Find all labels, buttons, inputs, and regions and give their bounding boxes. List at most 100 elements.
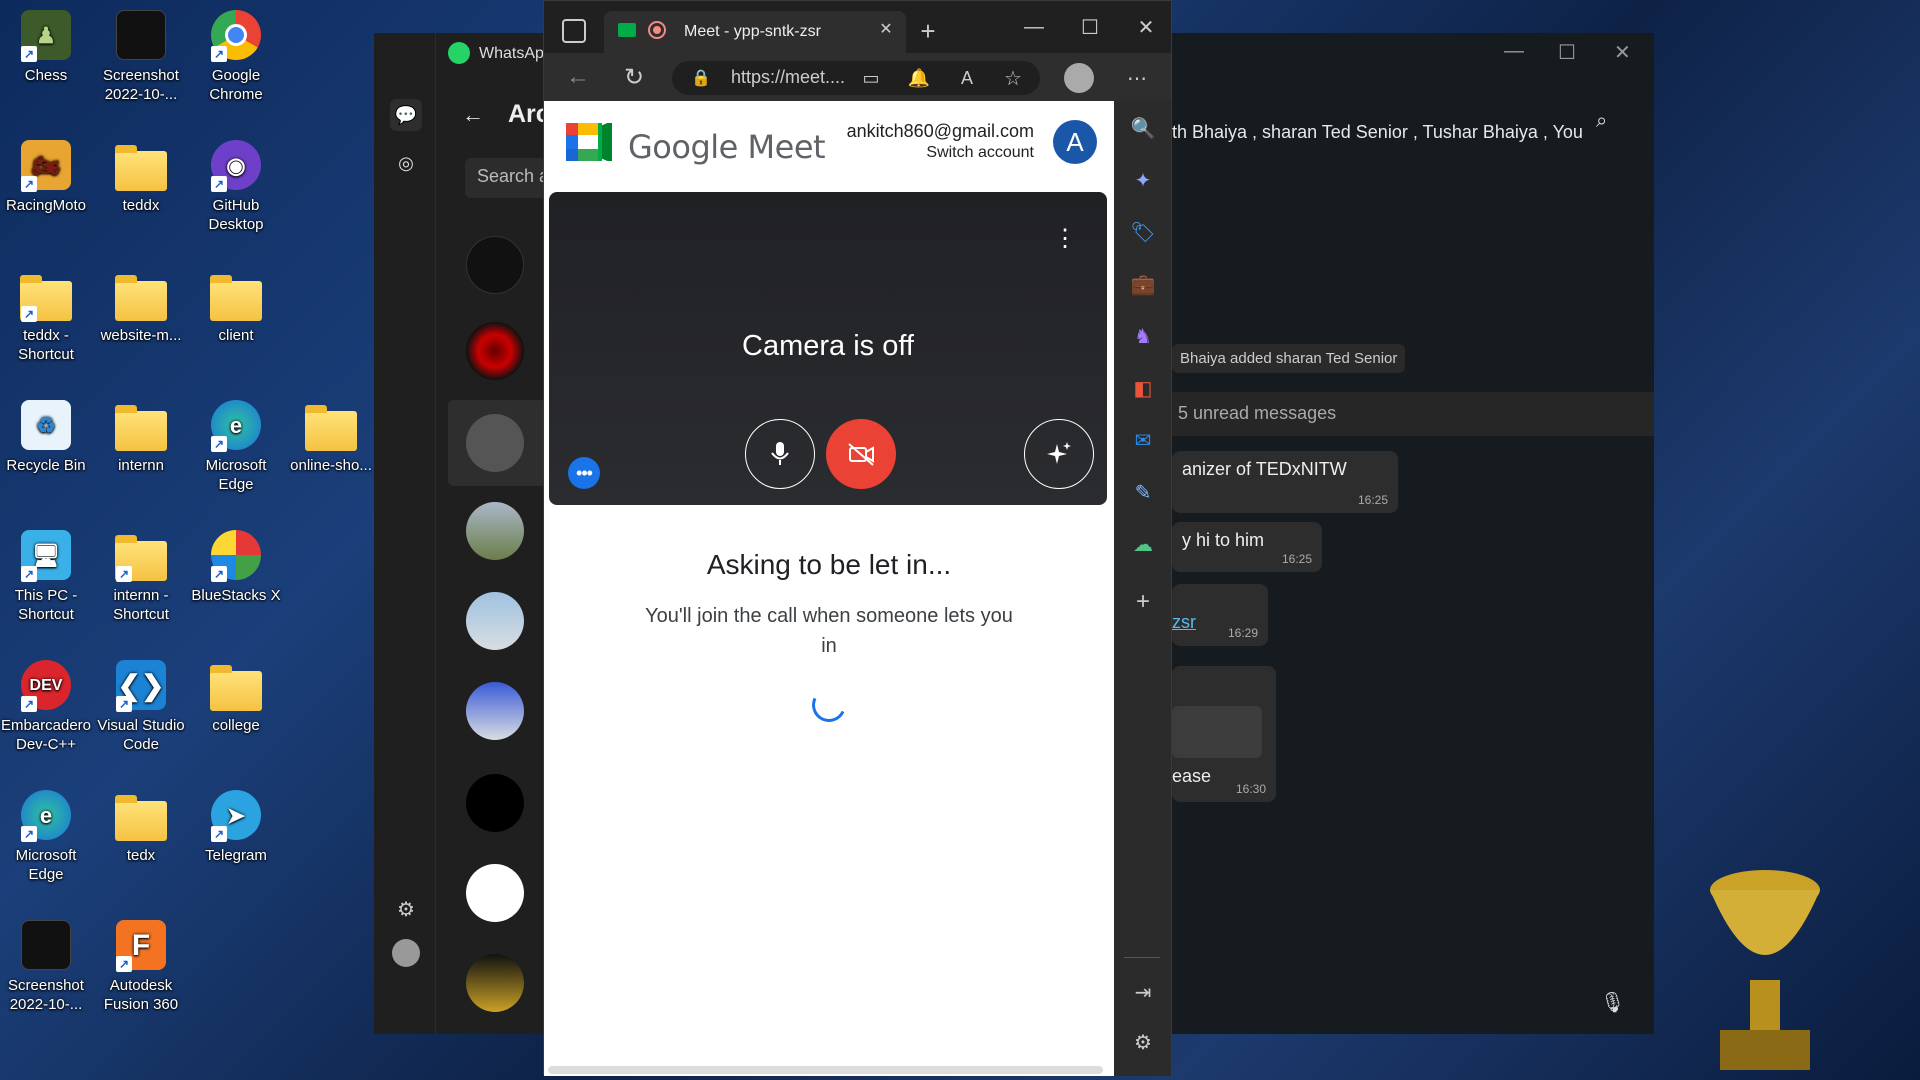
url-text: https://meet.... (731, 67, 846, 87)
tab-bar: Meet - ypp-sntk-zsr ✕ + — ☐ ✕ (544, 1, 1171, 59)
more-effects-icon[interactable]: ••• (568, 457, 600, 489)
maximize-button[interactable]: ☐ (1072, 13, 1108, 41)
message-bubble[interactable]: y hi to him 16:25 (1172, 522, 1322, 572)
desktop-icon-github-desktop[interactable]: ◉ ↗ GitHub Desktop (190, 138, 282, 234)
search-icon[interactable]: ⌕ (1596, 110, 1607, 133)
desktop-icon-edge-1[interactable]: e ↗ Microsoft Edge (190, 398, 282, 494)
add-sidebar-app-icon[interactable]: + (1128, 587, 1158, 617)
maximize-button[interactable]: ☐ (1558, 40, 1576, 65)
microphone-icon[interactable]: 🎙 (1600, 990, 1625, 1015)
read-aloud-icon[interactable]: A (954, 67, 980, 89)
hide-sidebar-icon[interactable]: ⇥ (1128, 977, 1158, 1007)
message-link[interactable]: zsr (1172, 612, 1196, 633)
cloud-icon[interactable]: ☁ (1128, 529, 1158, 559)
chat-avatar[interactable] (466, 774, 524, 832)
sidebar-divider (1124, 957, 1160, 958)
chat-avatar[interactable] (466, 954, 524, 1012)
notification-blocked-icon[interactable]: 🔔 (906, 67, 932, 89)
minimize-button[interactable]: — (1504, 40, 1524, 63)
desktop-icon-college[interactable]: college (190, 658, 282, 735)
tab-meet[interactable]: Meet - ypp-sntk-zsr ✕ (604, 11, 906, 53)
profile-icon[interactable] (1064, 63, 1094, 93)
message-bubble[interactable]: anizer of TEDxNITW 16:25 (1172, 451, 1398, 513)
chats-icon[interactable]: 💬 (390, 99, 422, 131)
back-icon[interactable]: ← (562, 61, 594, 93)
chat-avatar[interactable] (466, 592, 524, 650)
desktop-icon-label: Screenshot 2022-10-... (103, 67, 179, 103)
desktop-icon-vscode[interactable]: ❮❯ ↗ Visual Studio Code (95, 658, 187, 754)
camera-permission-icon[interactable]: ▭ (858, 67, 884, 89)
meet-favicon-icon (618, 23, 636, 37)
desktop-icon-telegram[interactable]: ➤ ↗ Telegram (190, 788, 282, 865)
status-icon[interactable]: ◎ (390, 147, 422, 179)
message-bubble[interactable]: ease 16:30 (1172, 666, 1276, 802)
message-bubble[interactable]: zsr 16:29 (1172, 584, 1268, 646)
back-arrow-icon[interactable]: ← (462, 102, 484, 128)
desktop-icon-screenshot-1[interactable]: Screenshot 2022-10-... (95, 8, 187, 104)
search-icon[interactable]: 🔍 (1128, 113, 1158, 143)
desktop-icon-chrome[interactable]: ↗ Google Chrome (190, 8, 282, 104)
minimize-button[interactable]: — (1016, 13, 1052, 41)
drop-icon[interactable]: ✎ (1128, 477, 1158, 507)
favorites-star-icon[interactable]: ☆ (1000, 67, 1026, 90)
desktop-icon-recycle-bin[interactable]: ♻ Recycle Bin (0, 398, 92, 475)
desktop-icon-internn[interactable]: internn (95, 398, 187, 475)
more-options-icon[interactable]: ⋮ (1053, 224, 1077, 253)
tools-briefcase-icon[interactable]: 💼 (1128, 269, 1158, 299)
desktop-icon-internn-shortcut[interactable]: ↗ internn - Shortcut (95, 528, 187, 624)
desktop-icon-racingmoto[interactable]: 🏍 ↗ RacingMoto (0, 138, 92, 215)
microphone-toggle-button[interactable] (745, 419, 815, 489)
group-avatar-icon[interactable] (466, 414, 524, 472)
chat-avatar[interactable] (466, 236, 524, 294)
chat-avatar[interactable] (466, 682, 524, 740)
close-window-button[interactable]: ✕ (1128, 13, 1164, 41)
refresh-icon[interactable]: ↻ (618, 61, 650, 93)
chat-avatar[interactable] (466, 864, 524, 922)
desktop-icon-fusion360[interactable]: F ↗ Autodesk Fusion 360 (95, 918, 187, 1014)
close-tab-icon[interactable]: ✕ (876, 19, 896, 39)
desktop-icon-label: Microsoft Edge (15, 847, 77, 883)
desktop-icon-this-pc[interactable]: 🖥 ↗ This PC - Shortcut (0, 528, 92, 624)
link-preview-card[interactable] (1172, 706, 1262, 758)
chat-participants[interactable]: th Bhaiya , sharan Ted Senior , Tushar B… (1172, 122, 1583, 143)
desktop-icon-edge-2[interactable]: e ↗ Microsoft Edge (0, 788, 92, 884)
tab-actions-icon[interactable] (562, 19, 586, 43)
whatsapp-logo-icon (448, 42, 470, 64)
desktop-icon-tedx[interactable]: tedx (95, 788, 187, 865)
account-avatar[interactable]: A (1053, 120, 1097, 164)
desktop-icon-screenshot-2[interactable]: Screenshot 2022-10-... (0, 918, 92, 1014)
desktop-icon-label: website-m... (100, 327, 182, 344)
new-tab-icon[interactable]: + (914, 16, 942, 46)
camera-toggle-button[interactable] (826, 419, 896, 489)
horizontal-scrollbar[interactable] (548, 1066, 1103, 1074)
visual-effects-button[interactable] (1024, 419, 1094, 489)
profile-avatar[interactable] (392, 939, 420, 967)
settings-icon[interactable]: ⚙ (390, 893, 422, 925)
desktop-icon-website[interactable]: website-m... (95, 268, 187, 345)
desktop-icon-bluestacks[interactable]: ↗ BlueStacks X (190, 528, 282, 605)
desktop-icon-label: Screenshot 2022-10-... (8, 977, 84, 1013)
message-time: 16:25 (1281, 552, 1312, 566)
desktop-icon-chess[interactable]: ♟ ↗ Chess (0, 8, 92, 85)
close-button[interactable]: ✕ (1614, 40, 1631, 65)
shopping-tag-icon[interactable]: 🏷 (1128, 217, 1158, 247)
games-icon[interactable]: ♞ (1128, 321, 1158, 351)
desktop-icon-client[interactable]: client (190, 268, 282, 345)
copilot-icon[interactable]: ✦ (1128, 165, 1158, 195)
lock-icon[interactable]: 🔒 (690, 67, 712, 89)
more-menu-icon[interactable]: ⋯ (1122, 63, 1152, 93)
desktop-icon-teddx[interactable]: teddx (95, 138, 187, 215)
chat-search-input[interactable]: Search a (465, 158, 555, 198)
chat-avatar[interactable] (466, 502, 524, 560)
office-icon[interactable]: ◧ (1128, 373, 1158, 403)
outlook-icon[interactable]: ✉ (1128, 425, 1158, 455)
switch-account-link[interactable]: Switch account (926, 144, 1034, 162)
desktop-icon-label: RacingMoto (5, 197, 87, 214)
url-field[interactable] (672, 61, 1040, 95)
sidebar-settings-icon[interactable]: ⚙ (1128, 1027, 1158, 1057)
chat-avatar[interactable] (466, 322, 524, 380)
desktop-icon-teddx-shortcut[interactable]: ↗ teddx - Shortcut (0, 268, 92, 364)
desktop-icon-devcpp[interactable]: DEV ↗ Embarcadero Dev-C++ (0, 658, 92, 754)
desktop-icon-online-shop[interactable]: online-sho... (285, 398, 377, 475)
recycle-bin-icon: ♻ (19, 398, 73, 452)
